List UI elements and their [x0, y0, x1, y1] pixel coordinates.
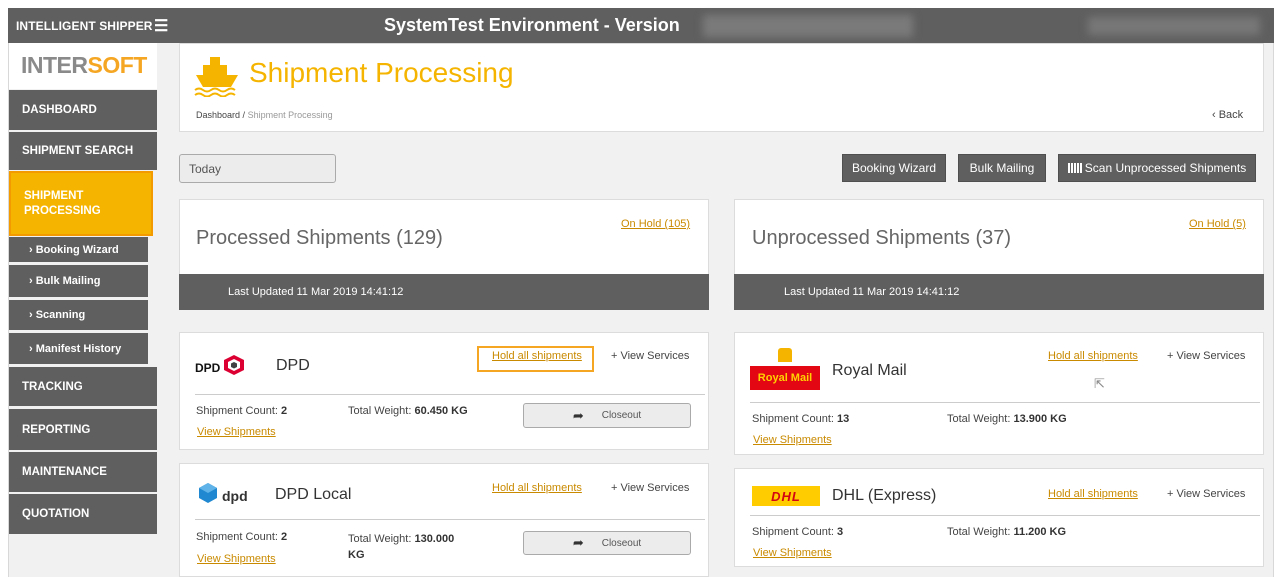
dhl-view-services[interactable]: + View Services [1167, 488, 1245, 500]
dpd-logo: DPD [195, 354, 246, 381]
divider [750, 402, 1260, 403]
nav-maintenance[interactable]: MAINTENANCE [9, 452, 157, 494]
royal-mail-view-shipments[interactable]: View Shipments [753, 434, 832, 446]
nav-shipment-search[interactable]: SHIPMENT SEARCH [9, 132, 157, 172]
share-arrow-icon: ➦ [572, 535, 584, 550]
royal-mail-hold-all-link[interactable]: Hold all shipments [1048, 350, 1138, 362]
dhl-total-weight: Total Weight: 11.200 KG [947, 526, 1067, 538]
dpd-local-hold-all-link[interactable]: Hold all shipments [492, 482, 582, 494]
dpd-local-closeout-button[interactable]: ➦ Closeout [523, 531, 691, 555]
carrier-name-dpd-local: DPD Local [275, 486, 352, 503]
royal-mail-total-weight: Total Weight: 13.900 KG [947, 413, 1067, 425]
unprocessed-on-hold-link[interactable]: On Hold (5) [1189, 218, 1246, 230]
carrier-name-royal-mail: Royal Mail [832, 362, 907, 379]
dhl-view-shipments[interactable]: View Shipments [753, 547, 832, 559]
environment-title: SystemTest Environment - Version [384, 15, 680, 35]
carrier-name-dpd: DPD [276, 357, 310, 374]
nav-reporting[interactable]: REPORTING [9, 409, 157, 452]
breadcrumb: Dashboard / Shipment Processing [196, 110, 333, 120]
scan-unprocessed-button[interactable]: Scan Unprocessed Shipments [1058, 154, 1256, 182]
crown-icon [778, 348, 792, 362]
royal-mail-logo: Royal Mail [750, 348, 820, 394]
subnav-bulk-mailing[interactable]: › Bulk Mailing [9, 265, 148, 299]
dpd-total-weight: Total Weight: 60.450 KG [348, 405, 468, 417]
dpd-local-view-services[interactable]: + View Services [611, 482, 689, 494]
redacted-version [703, 15, 913, 37]
nav-tracking[interactable]: TRACKING [9, 367, 157, 408]
dhl-logo: DHL [752, 486, 820, 506]
subnav-booking-wizard[interactable]: › Booking Wizard [9, 237, 148, 264]
back-link[interactable]: ‹ Back [1212, 109, 1243, 121]
royal-mail-view-services[interactable]: + View Services [1167, 350, 1245, 362]
subnav-manifest-history[interactable]: › Manifest History [9, 333, 148, 366]
unprocessed-title: Unprocessed Shipments (37) [752, 227, 1012, 249]
dpd-view-services[interactable]: + View Services [611, 350, 689, 362]
royal-mail-shipment-count: Shipment Count: 13 [752, 413, 850, 425]
processed-last-updated: Last Updated 11 Mar 2019 14:41:12 [179, 274, 709, 310]
breadcrumb-current: Shipment Processing [247, 110, 333, 120]
dpd-local-view-shipments[interactable]: View Shipments [197, 553, 276, 565]
divider [195, 519, 705, 520]
carrier-name-dhl: DHL (Express) [832, 487, 937, 504]
nav-dashboard[interactable]: DASHBOARD [9, 90, 157, 132]
hamburger-icon[interactable]: ☰ [154, 16, 168, 36]
dpd-cube-icon [222, 354, 246, 381]
dpd-closeout-button[interactable]: ➦ Closeout [523, 403, 691, 428]
dpd-view-shipments[interactable]: View Shipments [197, 426, 276, 438]
subnav-scanning[interactable]: › Scanning [9, 300, 148, 332]
ship-icon [193, 55, 241, 102]
dpd-local-shipment-count: Shipment Count: 2 [196, 531, 288, 543]
redacted-user [1088, 17, 1260, 35]
dpd-hold-all-link[interactable]: Hold all shipments [492, 350, 582, 362]
nav-quotation[interactable]: QUOTATION [9, 494, 157, 536]
unprocessed-last-updated: Last Updated 11 Mar 2019 14:41:12 [734, 274, 1264, 310]
breadcrumb-dashboard[interactable]: Dashboard [196, 110, 240, 120]
divider [195, 394, 705, 395]
processed-title: Processed Shipments (129) [196, 227, 443, 249]
dpd-local-logo: dpd [197, 482, 248, 509]
nav-shipment-processing[interactable]: SHIPMENT PROCESSING [9, 171, 153, 236]
divider [750, 515, 1260, 516]
page-title: Shipment Processing [249, 57, 514, 88]
dhl-hold-all-link[interactable]: Hold all shipments [1048, 488, 1138, 500]
app-name: INTELLIGENT SHIPPER [16, 19, 153, 33]
bulk-mailing-button[interactable]: Bulk Mailing [958, 154, 1046, 182]
booking-wizard-button[interactable]: Booking Wizard [842, 154, 946, 182]
date-filter-input[interactable] [179, 154, 336, 183]
share-arrow-icon: ➦ [572, 407, 584, 423]
dpd-local-total-weight: Total Weight: 130.000 KG [348, 533, 455, 561]
barcode-icon [1067, 163, 1082, 173]
processed-on-hold-link[interactable]: On Hold (105) [621, 218, 690, 230]
mouse-cursor-icon: ⇱ [1094, 376, 1105, 391]
dpd-local-cube-icon [197, 482, 219, 509]
intersoft-logo[interactable]: INTERSOFT [21, 52, 147, 79]
dhl-shipment-count: Shipment Count: 3 [752, 526, 844, 538]
dpd-shipment-count: Shipment Count: 2 [196, 405, 288, 417]
